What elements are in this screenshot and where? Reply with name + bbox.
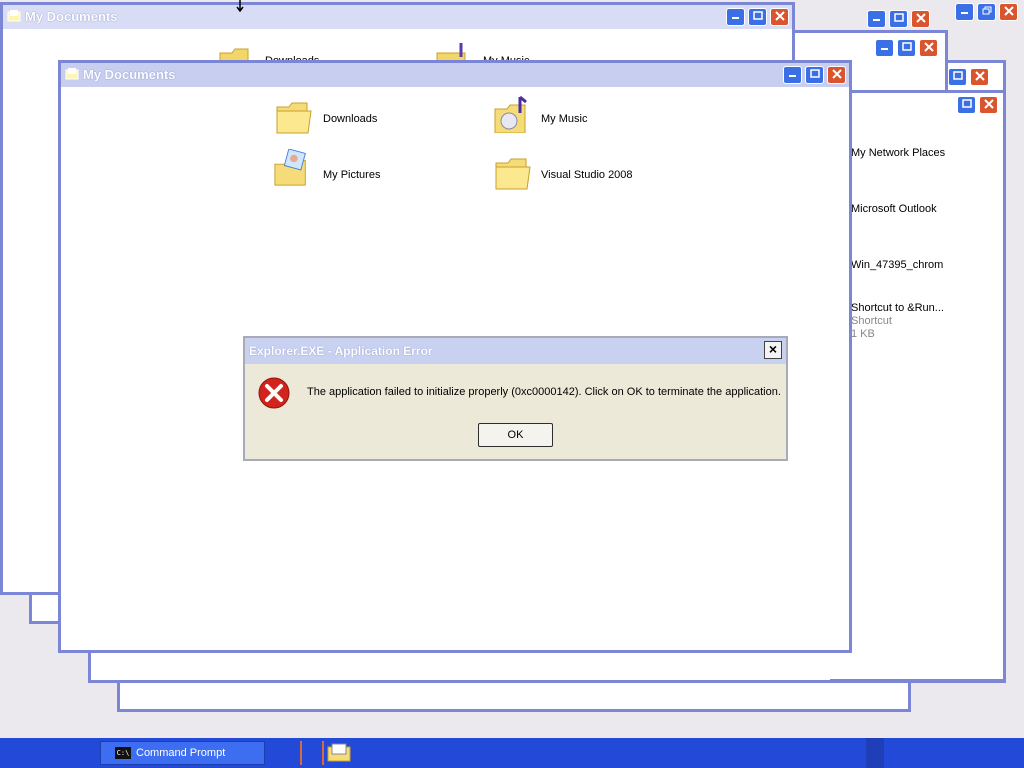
minimize-button[interactable] bbox=[955, 3, 974, 21]
command-prompt-icon: C:\ bbox=[115, 747, 131, 759]
window-controls-group-e bbox=[957, 93, 1005, 114]
ok-button[interactable]: OK bbox=[478, 423, 553, 447]
taskbar-item-command-prompt[interactable]: C:\ Command Prompt bbox=[100, 741, 265, 765]
taskbar-right-region bbox=[866, 738, 884, 768]
window-controls-group-a bbox=[955, 3, 1018, 23]
maximize-button[interactable] bbox=[889, 10, 908, 28]
maximize-button[interactable] bbox=[748, 8, 767, 26]
list-item[interactable]: Shortcut to &Run... bbox=[851, 302, 944, 314]
maximize-button[interactable] bbox=[805, 66, 824, 84]
list-item[interactable]: Visual Studio 2008 bbox=[541, 169, 633, 181]
dialog-close-button[interactable]: × bbox=[764, 341, 782, 359]
list-item[interactable]: Downloads bbox=[323, 113, 377, 125]
minimize-button[interactable] bbox=[783, 66, 802, 84]
list-item[interactable]: My Network Places bbox=[851, 147, 945, 159]
minimize-button[interactable] bbox=[867, 10, 886, 28]
window-controls-group-b bbox=[867, 7, 937, 28]
close-button[interactable] bbox=[770, 8, 789, 26]
maximize-button[interactable] bbox=[948, 68, 967, 86]
list-item[interactable]: My Pictures bbox=[323, 169, 380, 181]
back-window-titlebar[interactable]: My Documents bbox=[3, 5, 792, 29]
close-button[interactable] bbox=[999, 3, 1018, 21]
error-message: The application failed to initialize pro… bbox=[307, 386, 781, 398]
window-controls-group-d bbox=[948, 65, 996, 86]
folder-icon bbox=[495, 158, 531, 190]
music-folder-icon bbox=[494, 95, 527, 133]
pictures-folder-icon bbox=[274, 149, 306, 186]
error-dialog: Explorer.EXE - Application Error × The a… bbox=[243, 336, 788, 461]
maximize-button[interactable] bbox=[897, 39, 916, 57]
restore-button[interactable] bbox=[977, 3, 996, 21]
folder-icon bbox=[276, 102, 312, 134]
list-item[interactable]: Microsoft Outlook bbox=[851, 203, 937, 215]
dialog-title: Explorer.EXE - Application Error bbox=[249, 344, 433, 358]
list-item[interactable]: Win_47395_chrom bbox=[851, 259, 943, 271]
close-button[interactable] bbox=[827, 66, 846, 84]
list-item-type: Shortcut bbox=[851, 315, 892, 327]
folder-icon bbox=[7, 10, 21, 22]
minimize-button[interactable] bbox=[875, 39, 894, 57]
cursor-icon bbox=[236, 0, 244, 13]
list-item[interactable]: My Music bbox=[541, 113, 587, 125]
folder-icon bbox=[65, 68, 79, 80]
taskbar-divider bbox=[300, 741, 324, 765]
minimize-button[interactable] bbox=[726, 8, 745, 26]
taskbar: C:\ Command Prompt bbox=[0, 738, 1024, 768]
window-title: My Documents bbox=[83, 67, 176, 82]
dialog-titlebar[interactable]: Explorer.EXE - Application Error × bbox=[245, 338, 786, 364]
list-item-size: 1 KB bbox=[851, 328, 875, 340]
close-button[interactable] bbox=[919, 39, 938, 57]
window-titlebar[interactable]: My Documents bbox=[61, 63, 849, 87]
close-button[interactable] bbox=[970, 68, 989, 86]
maximize-button[interactable] bbox=[957, 96, 976, 114]
window-title: My Documents bbox=[25, 9, 118, 24]
explorer-folder-icon[interactable] bbox=[326, 742, 352, 764]
close-button[interactable] bbox=[911, 10, 930, 28]
window-controls-group-c bbox=[875, 36, 945, 57]
taskbar-item-label: Command Prompt bbox=[136, 747, 226, 759]
close-button[interactable] bbox=[979, 96, 998, 114]
right-window: My Network Places Microsoft Outlook Win_… bbox=[830, 90, 1006, 682]
error-icon bbox=[258, 377, 290, 409]
